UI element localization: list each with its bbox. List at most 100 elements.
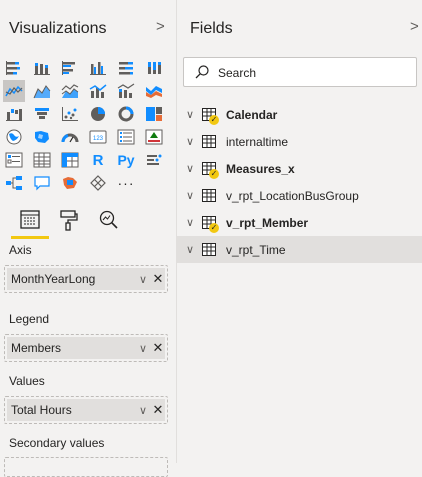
visual-pane-tabs xyxy=(0,205,176,239)
expand-chevron-icon[interactable]: ∨ xyxy=(178,243,202,256)
collapse-fields-chevron-icon[interactable]: > xyxy=(410,18,419,35)
donut-chart-icon[interactable] xyxy=(115,103,137,125)
table-name: v_rpt_LocationBusGroup xyxy=(226,188,359,203)
format-paint-roller-icon[interactable] xyxy=(53,205,83,235)
values-well[interactable]: Total Hours ∨ ✕ xyxy=(4,396,168,424)
table-name: internaltime xyxy=(226,134,289,149)
card-icon[interactable]: 123 xyxy=(87,126,109,148)
r-visual-label: R xyxy=(92,151,104,169)
selected-check-badge-icon: ✓ xyxy=(209,168,219,179)
expand-chevron-icon[interactable]: ∨ xyxy=(178,216,202,229)
clustered-bar-icon[interactable] xyxy=(59,57,81,79)
matrix-icon[interactable] xyxy=(59,149,81,171)
table-icon xyxy=(202,242,218,257)
field-table-member[interactable]: ∨ ✓ v_rpt_Member xyxy=(177,209,422,236)
decomposition-tree-icon[interactable] xyxy=(3,172,25,194)
axis-dropdown-icon[interactable]: ∨ xyxy=(135,273,151,286)
multirow-card-icon[interactable] xyxy=(115,126,137,148)
fields-search-box[interactable]: Search xyxy=(183,57,417,87)
funnel-icon[interactable] xyxy=(31,103,53,125)
field-table-internaltime[interactable]: ∨ internaltime xyxy=(177,128,422,155)
active-tab-indicator xyxy=(11,236,49,239)
custom-visual-icon[interactable] xyxy=(87,172,109,194)
selected-check-badge-icon: ✓ xyxy=(209,222,219,233)
axis-remove-icon[interactable]: ✕ xyxy=(151,271,165,287)
secondary-values-well[interactable] xyxy=(4,457,168,477)
visualizations-pane: Visualizations > 123 R Py ··· Axis Month… xyxy=(0,0,176,477)
stacked-bar-icon[interactable] xyxy=(3,57,25,79)
area-chart-icon[interactable] xyxy=(31,80,53,102)
more-visuals-icon[interactable]: ··· xyxy=(115,172,137,194)
scatter-icon[interactable] xyxy=(59,103,81,125)
field-table-calendar[interactable]: ∨ ✓ Calendar xyxy=(177,101,422,128)
table-name: v_rpt_Time xyxy=(226,242,286,257)
line-clustered-column-icon[interactable] xyxy=(87,80,109,102)
100pct-column-icon[interactable] xyxy=(143,57,165,79)
waterfall-icon[interactable] xyxy=(3,103,25,125)
legend-remove-icon[interactable]: ✕ xyxy=(151,340,165,356)
100pct-bar-icon[interactable] xyxy=(115,57,137,79)
field-table-measures[interactable]: ∨ ✓ Measures_x xyxy=(177,155,422,182)
expand-chevron-icon[interactable]: ∨ xyxy=(178,162,202,175)
table-icon: ✓ xyxy=(202,215,219,233)
table-icon[interactable] xyxy=(31,149,53,171)
table-name: Calendar xyxy=(226,107,278,122)
axis-well[interactable]: MonthYearLong ∨ ✕ xyxy=(4,265,168,293)
ribbon-chart-icon[interactable] xyxy=(143,80,165,102)
table-name: v_rpt_Member xyxy=(226,215,309,230)
svg-text:123: 123 xyxy=(93,136,104,142)
legend-dropdown-icon[interactable]: ∨ xyxy=(135,342,151,355)
key-influencers-icon[interactable] xyxy=(143,149,165,171)
search-input[interactable]: Search xyxy=(218,66,256,80)
field-table-time[interactable]: ∨ v_rpt_Time xyxy=(177,236,422,263)
line-stacked-column-icon[interactable] xyxy=(115,80,137,102)
stacked-area-icon[interactable] xyxy=(59,80,81,102)
expand-chevron-icon[interactable]: ∨ xyxy=(178,189,202,202)
more-visuals-label: ··· xyxy=(117,175,135,191)
treemap-icon[interactable] xyxy=(143,103,165,125)
slicer-icon[interactable] xyxy=(3,149,25,171)
values-label: Values xyxy=(9,374,45,388)
python-visual-icon[interactable]: Py xyxy=(115,149,137,171)
analytics-magnifier-icon[interactable] xyxy=(93,205,123,235)
legend-field-chip[interactable]: Members ∨ ✕ xyxy=(7,337,165,359)
fields-title: Fields xyxy=(190,20,233,37)
secondary-values-label: Secondary values xyxy=(9,436,105,450)
axis-field-name: MonthYearLong xyxy=(11,272,96,286)
expand-chevron-icon[interactable]: ∨ xyxy=(178,135,202,148)
field-table-location-bus-group[interactable]: ∨ v_rpt_LocationBusGroup xyxy=(177,182,422,209)
values-field-name: Total Hours xyxy=(11,403,72,417)
visualizations-title: Visualizations xyxy=(9,20,107,37)
fields-tab-icon[interactable] xyxy=(15,205,45,235)
filled-map-icon[interactable] xyxy=(31,126,53,148)
table-icon: ✓ xyxy=(202,107,219,125)
stacked-column-icon[interactable] xyxy=(31,57,53,79)
table-icon xyxy=(202,188,218,203)
kpi-icon[interactable] xyxy=(143,126,165,148)
shape-map-icon[interactable] xyxy=(59,172,81,194)
axis-label: Axis xyxy=(9,243,32,257)
expand-chevron-icon[interactable]: ∨ xyxy=(178,108,202,121)
line-chart-icon[interactable] xyxy=(3,80,25,102)
legend-field-name: Members xyxy=(11,341,62,355)
pie-chart-icon[interactable] xyxy=(87,103,109,125)
table-icon xyxy=(202,134,218,149)
table-icon: ✓ xyxy=(202,161,219,179)
values-remove-icon[interactable]: ✕ xyxy=(151,402,165,418)
table-name: Measures_x xyxy=(226,161,295,176)
clustered-column-icon[interactable] xyxy=(87,57,109,79)
gauge-icon[interactable] xyxy=(59,126,81,148)
values-dropdown-icon[interactable]: ∨ xyxy=(135,404,151,417)
r-visual-icon[interactable]: R xyxy=(87,149,109,171)
values-field-chip[interactable]: Total Hours ∨ ✕ xyxy=(7,399,165,421)
search-icon xyxy=(194,64,210,85)
map-icon[interactable] xyxy=(3,126,25,148)
qa-icon[interactable] xyxy=(31,172,53,194)
python-visual-label: Py xyxy=(117,152,135,168)
selected-check-badge-icon: ✓ xyxy=(209,114,219,125)
collapse-visualizations-chevron-icon[interactable]: > xyxy=(156,18,165,35)
fields-pane: Fields > Search ∨ ✓ Calendar ∨ internalt… xyxy=(177,0,422,463)
axis-field-chip[interactable]: MonthYearLong ∨ ✕ xyxy=(7,268,165,290)
legend-label: Legend xyxy=(9,312,50,326)
legend-well[interactable]: Members ∨ ✕ xyxy=(4,334,168,362)
